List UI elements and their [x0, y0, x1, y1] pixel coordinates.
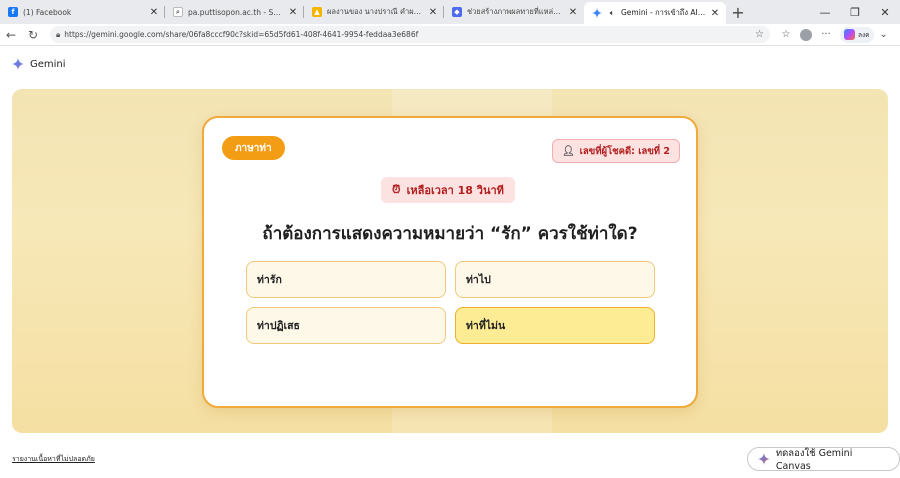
answer-option-2[interactable]: ท่าไป — [455, 261, 655, 298]
user-icon: 👤︎ — [561, 145, 575, 157]
chevron-down-icon[interactable]: ⌄ — [874, 25, 894, 45]
drive-icon: ▲ — [312, 7, 322, 17]
tab-title: ช่วยสร้างภาพผลทายที่แหล่งที่มีความในบ้าน — [467, 7, 564, 16]
browser-tab-strip: f (1) Facebook ✕ ⌕ pa.puttisopon.ac.th -… — [0, 0, 900, 24]
restore-icon[interactable]: ❐ — [840, 0, 870, 24]
facebook-icon: f — [8, 7, 18, 17]
tab-drive[interactable]: ▲ ผลงานของ นางปราณี คำผง - โรงเรียนฯ ✕ — [304, 0, 444, 24]
tab-title: pa.puttisopon.ac.th - Search — [188, 7, 284, 17]
quiz-card: ภาษาท่า 👤︎ เลขที่ผู้โชคดี: เลขที่ 2 ⏰︎ เ… — [202, 116, 698, 408]
favorites-icon[interactable]: ☆ — [776, 25, 796, 45]
tab-title: ผลงานของ นางปราณี คำผง - โรงเรียนฯ — [327, 7, 424, 16]
copilot-label: ลงค — [858, 30, 870, 39]
answer-option-1[interactable]: ท่ารัก — [246, 261, 446, 298]
gemini-spark-icon — [12, 58, 24, 70]
tab-title: Gemini - การเข้าถึง AI ของ Goo — [621, 8, 706, 17]
alarm-clock-icon: ⏰︎ — [392, 183, 401, 196]
search-icon: ⌕ — [173, 7, 183, 17]
app-icon: ◆ — [452, 7, 462, 17]
close-tab-icon[interactable]: ✕ — [710, 8, 720, 19]
favorite-star-icon[interactable]: ☆ — [755, 29, 764, 40]
gemini-spark-icon — [758, 453, 770, 465]
copilot-button[interactable]: ลงค — [840, 26, 874, 43]
avatar — [800, 28, 812, 41]
gemini-icon — [592, 8, 602, 18]
address-bar[interactable]: 🔒︎ https://gemini.google.com/share/06fa8… — [50, 26, 770, 43]
tab-app[interactable]: ◆ ช่วยสร้างภาพผลทายที่แหล่งที่มีความในบ้… — [444, 0, 584, 24]
answer-option-4[interactable]: ท่าที่ไม่น — [455, 307, 655, 344]
report-unsafe-content-link[interactable]: รายงานเนื้อหาที่ไม่ปลอดภัย — [12, 454, 95, 465]
refresh-icon[interactable]: ↻ — [22, 24, 44, 46]
window-controls: — ❐ ✕ — [810, 0, 900, 24]
answer-option-3[interactable]: ท่าปฏิเสธ — [246, 307, 446, 344]
tab-search[interactable]: ⌕ pa.puttisopon.ac.th - Search ✕ — [165, 0, 304, 24]
tab-gemini[interactable]: 🔈︎ Gemini - การเข้าถึง AI ของ Goo ✕ — [584, 2, 726, 24]
minimize-icon[interactable]: — — [810, 0, 840, 24]
close-tab-icon[interactable]: ✕ — [568, 7, 578, 18]
player-badge-label: เลขที่ผู้โชคดี: เลขที่ 2 — [579, 145, 670, 157]
close-tab-icon[interactable]: ✕ — [149, 7, 159, 18]
question-text: ถ้าต้องการแสดงความหมายว่า “รัก” ควรใช้ท่… — [262, 224, 638, 244]
close-tab-icon[interactable]: ✕ — [428, 7, 438, 18]
app-name: Gemini — [30, 58, 66, 70]
back-arrow-icon[interactable]: ← — [0, 24, 22, 46]
tab-facebook[interactable]: f (1) Facebook ✕ — [0, 0, 165, 24]
lock-icon: 🔒︎ — [56, 29, 61, 39]
player-badge: 👤︎ เลขที่ผู้โชคดี: เลขที่ 2 — [551, 139, 680, 163]
speaker-icon[interactable]: 🔈︎ — [607, 8, 617, 18]
toolbar-right: ☆ ··· ลงค ⌄ — [776, 25, 894, 45]
timer-label: เหลือเวลา 18 วินาที — [406, 184, 504, 197]
try-gemini-canvas-button[interactable]: ทดลองใช้ Gemini Canvas — [747, 447, 900, 472]
browser-toolbar: ← ↻ 🔒︎ https://gemini.google.com/share/0… — [0, 24, 900, 46]
close-tab-icon[interactable]: ✕ — [288, 7, 298, 18]
try-gemini-canvas-label: ทดลองใช้ Gemini Canvas — [775, 448, 853, 472]
tab-title: (1) Facebook — [23, 7, 72, 17]
close-window-icon[interactable]: ✕ — [870, 0, 900, 24]
new-tab-button[interactable]: + — [726, 0, 750, 24]
language-pill[interactable]: ภาษาท่า — [222, 136, 285, 160]
copilot-icon — [844, 29, 855, 40]
gemini-header: Gemini — [0, 52, 900, 76]
url-text: https://gemini.google.com/share/06fa8ccc… — [64, 30, 419, 39]
profile-avatar[interactable] — [796, 25, 816, 45]
timer-badge: ⏰︎ เหลือเวลา 18 วินาที — [381, 177, 515, 203]
more-icon[interactable]: ··· — [816, 25, 836, 45]
